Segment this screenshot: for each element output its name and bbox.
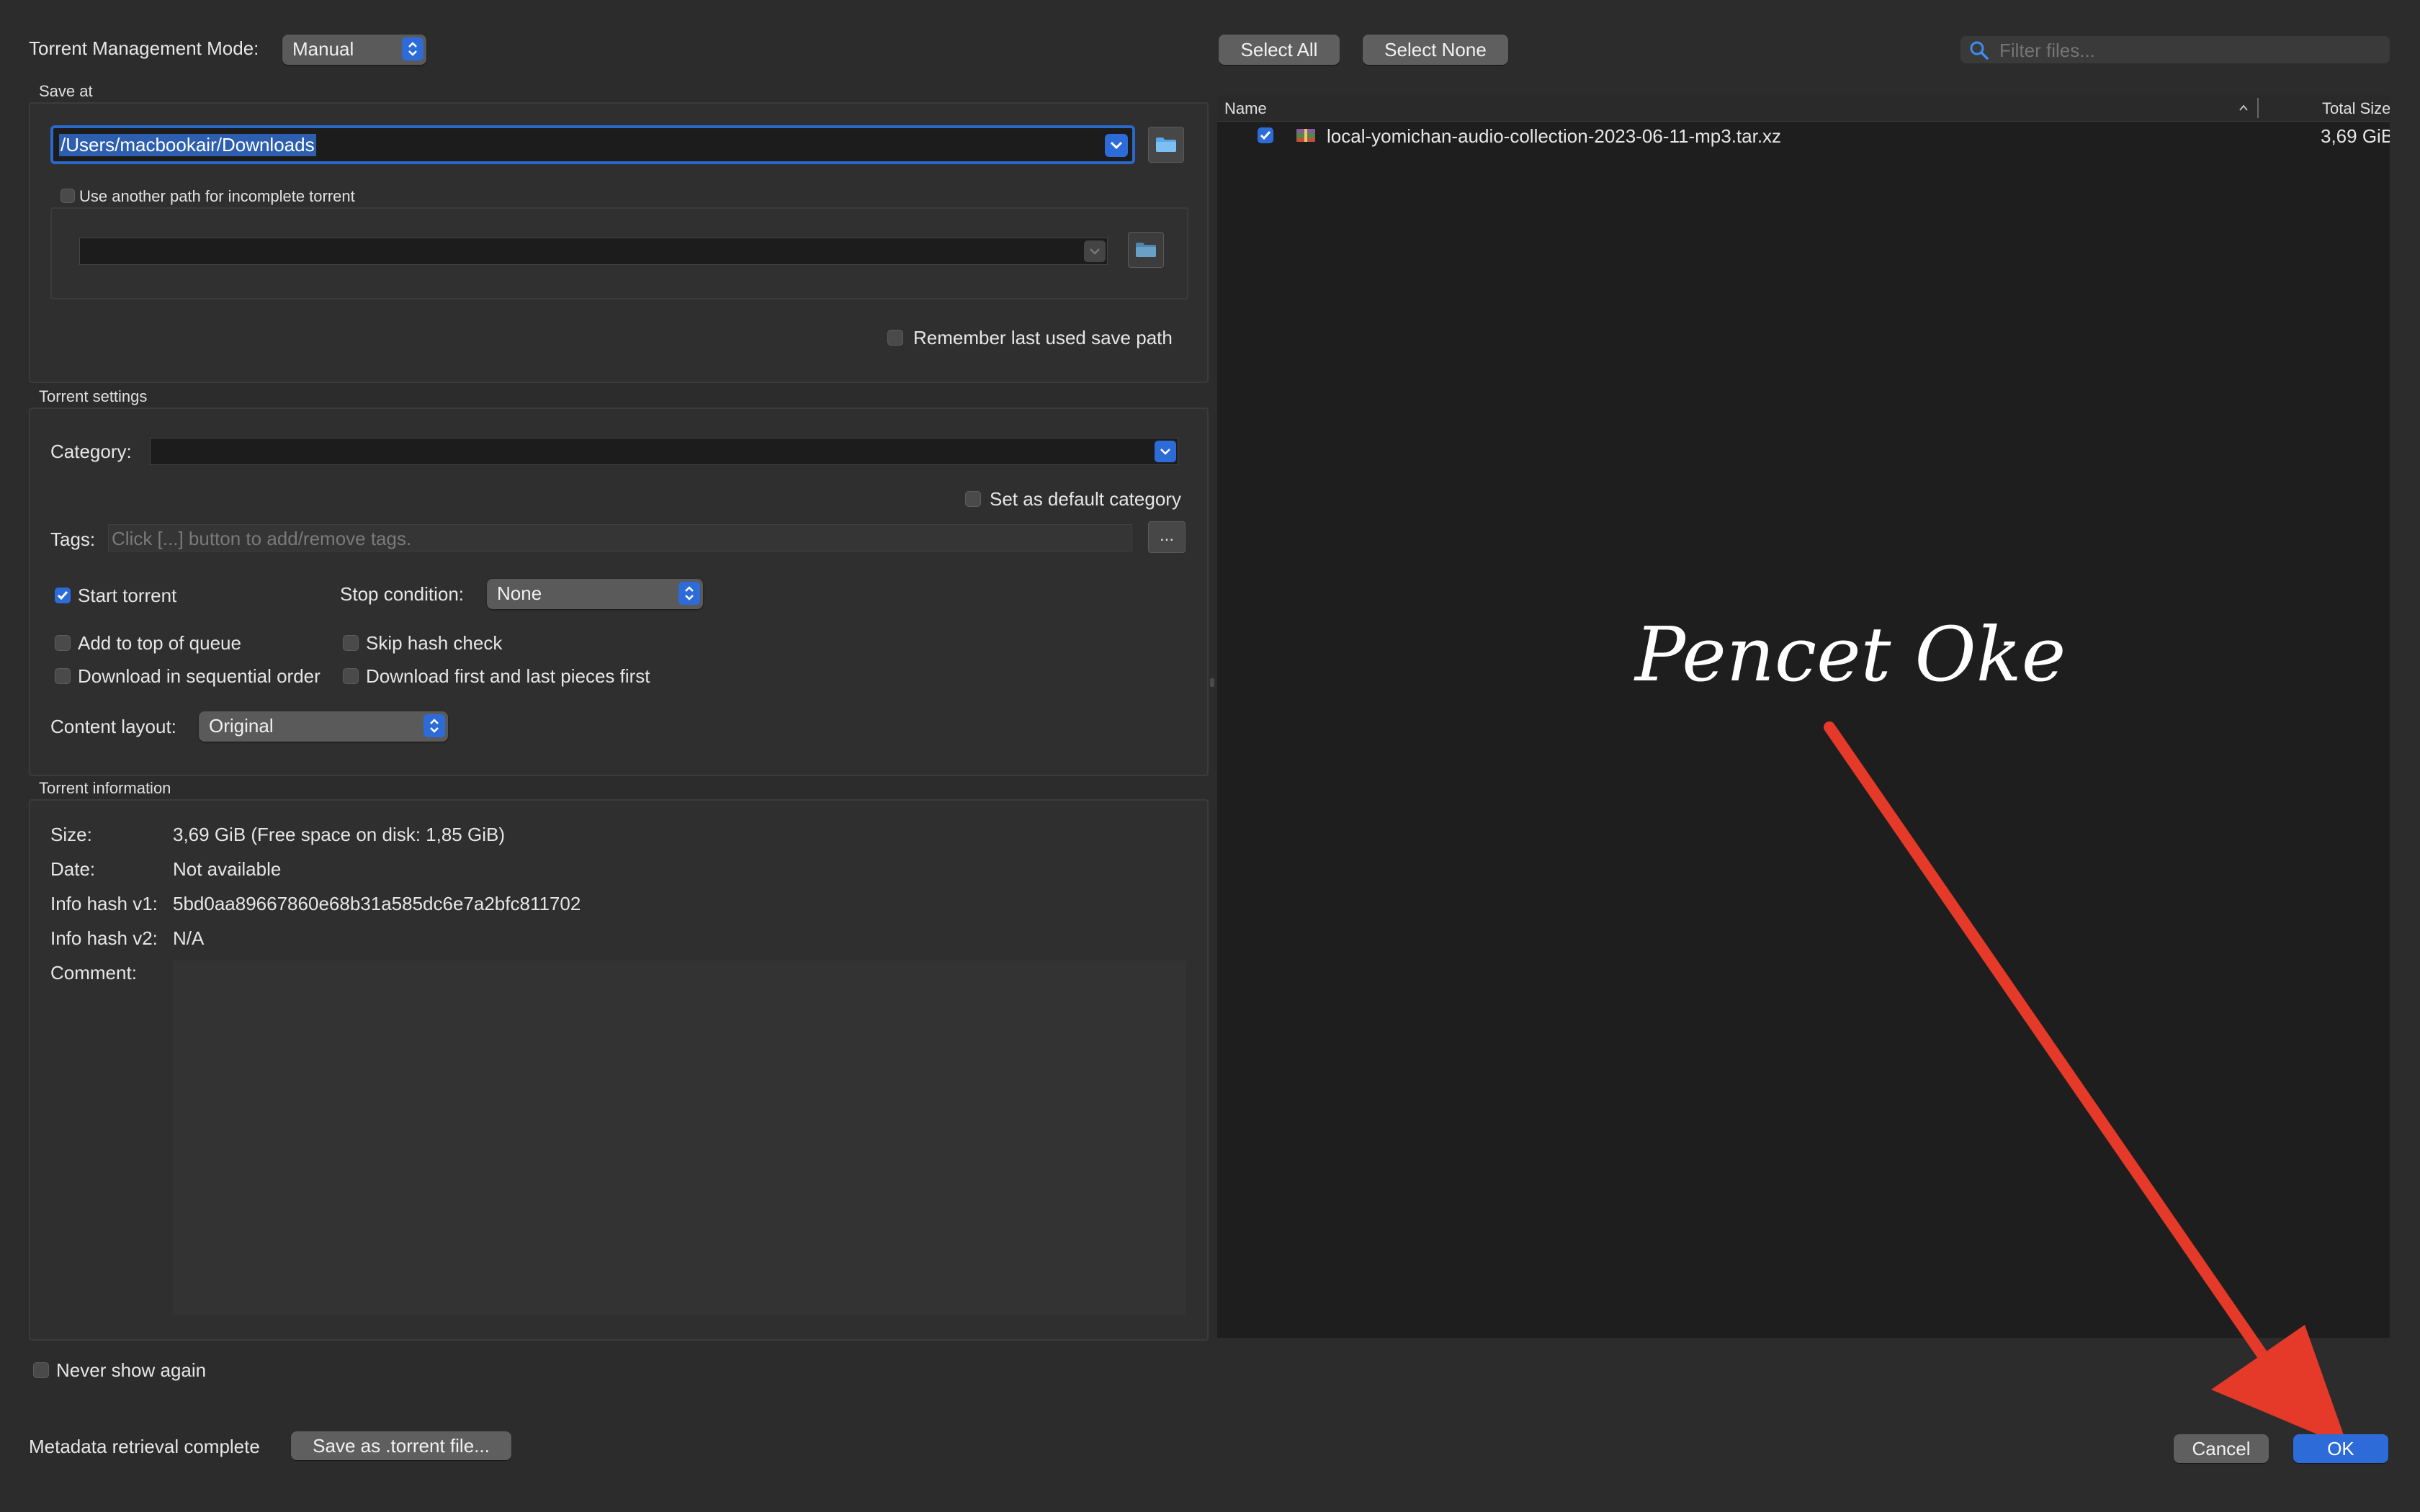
size-value: 3,69 GiB (Free space on disk: 1,85 GiB) xyxy=(173,824,505,845)
info-hash-v1-label: Info hash v1: xyxy=(50,893,158,914)
folder-icon xyxy=(1156,138,1176,152)
file-size: 3,69 GiB xyxy=(2321,125,2390,147)
stop-condition-label: Stop condition: xyxy=(340,583,465,605)
search-icon xyxy=(1970,41,1989,60)
remember-save-path-checkbox[interactable] xyxy=(887,330,903,346)
save-path-combobox[interactable]: /Users/macbookair/Downloads xyxy=(50,125,1135,164)
tags-placeholder: Click [...] button to add/remove tags. xyxy=(112,528,412,549)
skip-hash-checkbox[interactable] xyxy=(343,635,359,651)
select-none-button[interactable]: Select None xyxy=(1363,35,1508,65)
chevron-down-icon xyxy=(1160,449,1170,455)
category-label: Category: xyxy=(50,441,132,462)
content-layout-label: Content layout: xyxy=(50,716,176,737)
content-layout-select[interactable]: Original xyxy=(199,711,448,742)
never-show-again-checkbox[interactable] xyxy=(33,1362,49,1378)
annotation-text: Pencet Oke xyxy=(1635,611,2066,698)
tags-label: Tags: xyxy=(50,528,96,550)
save-at-title: Save at xyxy=(39,82,93,100)
use-another-path-checkbox[interactable] xyxy=(60,189,75,203)
torrent-settings-title: Torrent settings xyxy=(39,387,148,405)
first-last-pieces-checkbox[interactable] xyxy=(343,668,359,684)
sequential-label: Download in sequential order xyxy=(78,665,321,687)
annotation-arrow-icon xyxy=(1824,721,2348,1447)
updown-icon xyxy=(678,582,700,605)
info-hash-v1-value: 5bd0aa89667860e68b31a585dc6e7a2bfc811702 xyxy=(173,893,581,914)
sequential-checkbox[interactable] xyxy=(55,668,71,684)
column-divider[interactable] xyxy=(2257,98,2259,118)
date-label: Date: xyxy=(50,858,96,880)
stop-condition-select[interactable]: None xyxy=(487,579,703,609)
comment-label: Comment: xyxy=(50,962,137,984)
never-show-again-label: Never show again xyxy=(56,1359,207,1381)
folder-icon xyxy=(1136,243,1156,257)
incomplete-path-dropdown-button[interactable] xyxy=(1084,240,1106,262)
splitter-handle[interactable] xyxy=(1210,678,1214,687)
use-another-path-label: Use another path for incomplete torrent xyxy=(79,187,355,205)
updown-icon xyxy=(402,37,424,60)
default-category-checkbox[interactable] xyxy=(965,491,981,507)
info-hash-v2-label: Info hash v2: xyxy=(50,927,158,949)
browse-incomplete-path-button[interactable] xyxy=(1128,232,1164,268)
file-row[interactable]: local-yomichan-audio-collection-2023-06-… xyxy=(1217,121,2390,150)
updown-icon xyxy=(424,714,445,737)
file-checkbox[interactable] xyxy=(1258,127,1273,143)
info-hash-v2-value: N/A xyxy=(173,927,205,949)
content-layout-value: Original xyxy=(209,715,274,737)
torrent-info-title: Torrent information xyxy=(39,779,171,797)
add-top-queue-label: Add to top of queue xyxy=(78,632,241,654)
add-top-queue-checkbox[interactable] xyxy=(55,635,71,651)
status-text: Metadata retrieval complete xyxy=(29,1436,260,1457)
checkmark-icon xyxy=(57,591,68,600)
select-all-button[interactable]: Select All xyxy=(1219,35,1340,65)
stop-condition-value: None xyxy=(497,582,542,604)
start-torrent-label: Start torrent xyxy=(78,585,177,606)
column-size-header[interactable]: Total Size xyxy=(2322,99,2390,118)
file-name: local-yomichan-audio-collection-2023-06-… xyxy=(1327,125,1782,147)
browse-save-path-button[interactable] xyxy=(1148,127,1184,163)
management-mode-value: Manual xyxy=(292,38,354,60)
column-name-header[interactable]: Name xyxy=(1224,99,1267,118)
sort-ascending-icon xyxy=(2239,104,2248,111)
ok-button[interactable]: OK xyxy=(2293,1434,2388,1463)
filter-files-input[interactable] xyxy=(1998,37,2383,63)
archive-file-icon xyxy=(1296,129,1315,142)
first-last-pieces-label: Download first and last pieces first xyxy=(366,665,650,687)
management-mode-select[interactable]: Manual xyxy=(282,35,426,65)
chevron-down-icon xyxy=(1090,248,1100,255)
incomplete-path-combobox[interactable] xyxy=(79,238,1108,265)
default-category-label: Set as default category xyxy=(990,488,1181,510)
tags-field[interactable]: Click [...] button to add/remove tags. xyxy=(108,524,1132,552)
category-dropdown-button[interactable] xyxy=(1155,441,1176,462)
save-torrent-file-button[interactable]: Save as .torrent file... xyxy=(291,1431,511,1460)
management-mode-label: Torrent Management Mode: xyxy=(29,37,259,59)
file-list-header: Name Total Size xyxy=(1217,95,2390,122)
save-path-value: /Users/macbookair/Downloads xyxy=(59,134,316,156)
comment-box xyxy=(173,960,1186,1315)
remember-save-path-label: Remember last used save path xyxy=(913,327,1173,348)
category-combobox[interactable] xyxy=(150,438,1178,465)
checkmark-icon xyxy=(1260,131,1271,140)
size-label: Size: xyxy=(50,824,92,845)
start-torrent-checkbox[interactable] xyxy=(55,588,71,603)
date-value: Not available xyxy=(173,858,282,880)
skip-hash-label: Skip hash check xyxy=(366,632,503,654)
edit-tags-button[interactable]: ... xyxy=(1148,521,1186,553)
filter-files-field[interactable] xyxy=(1960,36,2390,63)
cancel-button[interactable]: Cancel xyxy=(2174,1434,2269,1463)
save-path-dropdown-button[interactable] xyxy=(1105,134,1128,157)
chevron-down-icon xyxy=(1110,141,1123,150)
